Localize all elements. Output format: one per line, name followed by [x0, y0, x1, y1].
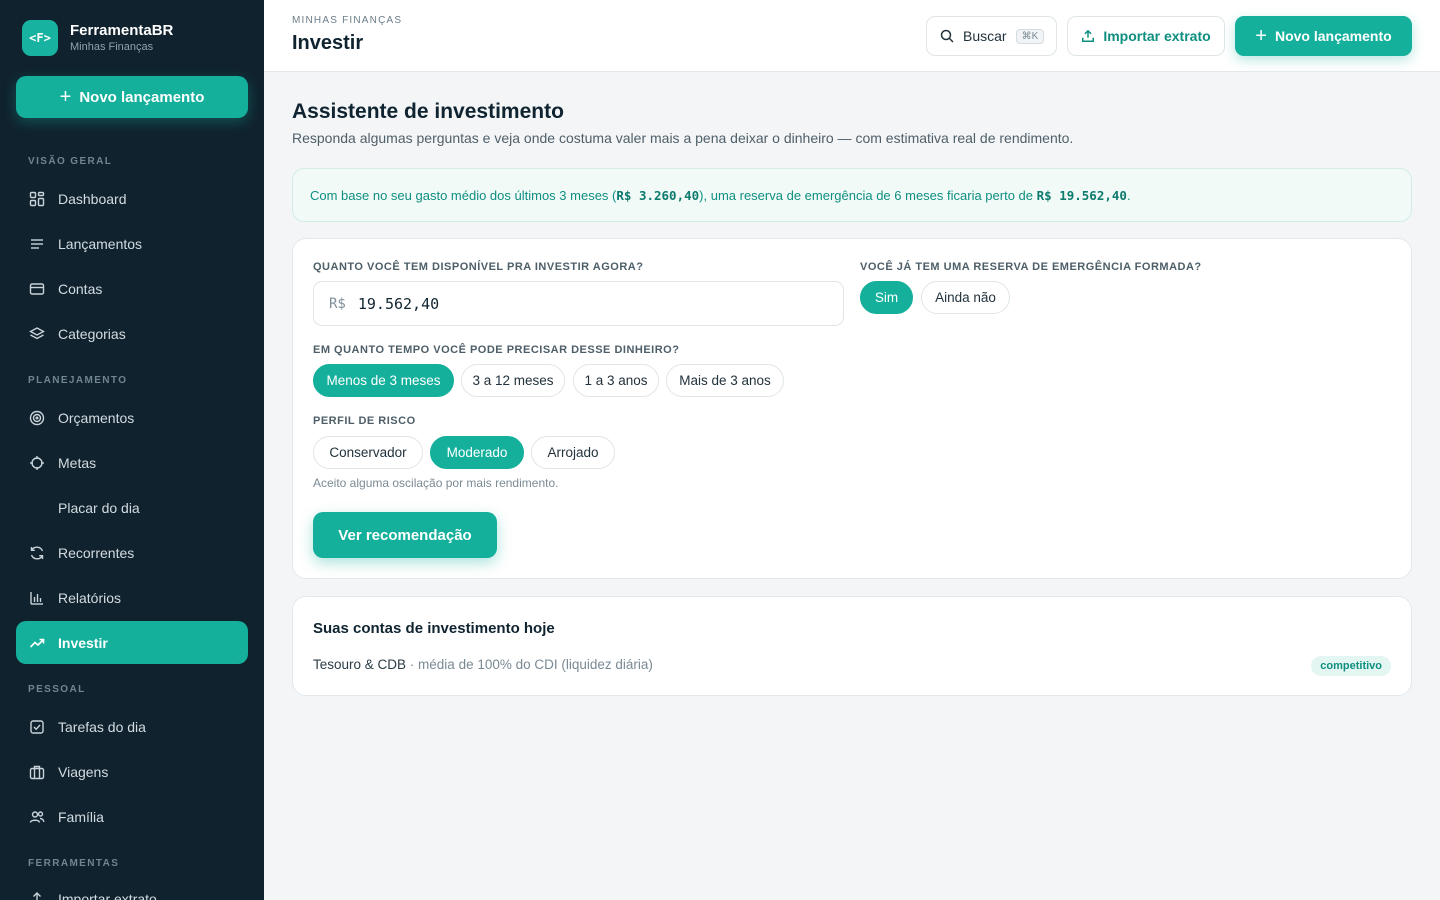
currency-prefix: R$ — [329, 295, 346, 312]
search-icon — [940, 29, 954, 43]
import-label: Importar extrato — [1103, 28, 1211, 44]
reserve-option-yes[interactable]: Sim — [860, 281, 913, 314]
checkbox-icon — [28, 718, 46, 736]
reserve-value: R$ 19.562,40 — [1036, 187, 1127, 203]
accounts-title: Suas contas de investimento hoje — [313, 620, 555, 637]
page-title: Investir — [292, 32, 364, 54]
top-bar: MINHAS FINANÇAS Investir Buscar ⌘K Impor… — [264, 0, 1440, 72]
sidebar-item-label: Família — [58, 808, 104, 825]
section-label-overview: VISÃO GERAL — [28, 156, 113, 167]
plus-icon: + — [59, 86, 72, 108]
sidebar-item-dashboard[interactable]: Dashboard — [16, 177, 248, 220]
risk-option-conservative[interactable]: Conservador — [313, 436, 423, 469]
sidebar-item-label: Importar extrato — [58, 890, 157, 900]
reserve-option-not-yet[interactable]: Ainda não — [921, 281, 1010, 314]
sidebar-item-categorias[interactable]: Categorias — [16, 312, 248, 355]
crosshair-icon — [28, 454, 46, 472]
section-label-planning: PLANEJAMENTO — [28, 375, 128, 386]
breadcrumb: MINHAS FINANÇAS — [292, 15, 403, 26]
sidebar-item-label: Contas — [58, 280, 103, 297]
plus-icon: + — [1255, 25, 1267, 47]
users-icon — [28, 808, 46, 826]
reserve-question: VOCÊ JÁ TEM UMA RESERVA DE EMERGÊNCIA FO… — [860, 261, 1202, 273]
risk-option-moderate[interactable]: Moderado — [430, 436, 524, 469]
brand-logo: <F> — [22, 20, 58, 56]
sidebar-item-label: Relatórios — [58, 589, 122, 606]
suitcase-icon — [28, 763, 46, 781]
account-detail: · média de 100% do CDI (liquidez diária) — [406, 657, 653, 672]
risk-hint: Aceito alguma oscilação por mais rendime… — [313, 476, 559, 490]
search-label: Buscar — [963, 28, 1007, 44]
section-label-tools: FERRAMENTAS — [28, 858, 120, 869]
card-icon — [28, 280, 46, 298]
amount-input[interactable] — [357, 294, 758, 313]
bar-chart-icon — [28, 589, 46, 607]
sidebar-item-label: Lançamentos — [58, 235, 143, 252]
sidebar-new-entry-button[interactable]: + Novo lançamento — [16, 76, 248, 118]
average-spend-value: R$ 3.260,40 — [616, 187, 700, 203]
amount-field[interactable]: R$ — [313, 281, 844, 326]
sidebar-item-label: Dashboard — [58, 190, 127, 207]
sidebar-item-label: Metas — [58, 454, 97, 471]
upload-icon — [1081, 29, 1095, 43]
sidebar-item-recorrentes[interactable]: Recorrentes — [16, 531, 248, 574]
emergency-reserve-info: Com base no seu gasto médio dos últimos … — [292, 168, 1412, 222]
horizon-question: EM QUANTO TEMPO VOCÊ PODE PRECISAR DESSE… — [313, 344, 680, 356]
investment-form-card: QUANTO VOCÊ TEM DISPONÍVEL PRA INVESTIR … — [292, 238, 1412, 579]
sidebar-item-label: Placar do dia — [58, 499, 140, 516]
account-row[interactable]: Tesouro & CDB · média de 100% do CDI (li… — [313, 657, 653, 672]
amount-question: QUANTO VOCÊ TEM DISPONÍVEL PRA INVESTIR … — [313, 261, 644, 273]
risk-option-bold[interactable]: Arrojado — [531, 436, 615, 469]
sidebar-item-label: Categorias — [58, 325, 126, 342]
assistant-title: Assistente de investimento — [292, 100, 564, 123]
sidebar-item-label: Recorrentes — [58, 544, 135, 561]
dashboard-grid-icon — [28, 190, 46, 208]
refresh-icon — [28, 544, 46, 562]
sidebar-item-placar-do-dia[interactable]: Placar do dia — [16, 486, 248, 529]
new-entry-button[interactable]: + Novo lançamento — [1235, 16, 1412, 56]
list-icon — [28, 235, 46, 253]
horizon-option-3-12-months[interactable]: 3 a 12 meses — [461, 364, 565, 397]
account-name: Tesouro & CDB — [313, 657, 407, 672]
sidebar-item-contas[interactable]: Contas — [16, 267, 248, 310]
search-button[interactable]: Buscar ⌘K — [926, 16, 1057, 56]
import-statement-button[interactable]: Importar extrato — [1067, 16, 1225, 56]
sidebar-item-orcamentos[interactable]: Orçamentos — [16, 396, 248, 439]
upload-icon — [28, 890, 46, 900]
info-text: . — [1126, 187, 1131, 203]
new-entry-label: Novo lançamento — [1274, 28, 1392, 44]
layers-icon — [28, 325, 46, 343]
risk-question: PERFIL DE RISCO — [313, 415, 416, 427]
section-label-personal: PESSOAL — [28, 684, 86, 695]
sidebar-new-entry-label: Novo lançamento — [79, 88, 205, 106]
investment-accounts-card: Suas contas de investimento hoje Tesouro… — [292, 596, 1412, 696]
sidebar-item-label: Tarefas do dia — [58, 718, 146, 735]
search-shortcut: ⌘K — [1015, 28, 1045, 44]
see-recommendation-button[interactable]: Ver recomendação — [313, 512, 497, 558]
sidebar-item-metas[interactable]: Metas — [16, 441, 248, 484]
sidebar-item-lancamentos[interactable]: Lançamentos — [16, 222, 248, 265]
info-text: ), uma reserva de emergência de 6 meses … — [699, 187, 1037, 203]
sidebar-item-familia[interactable]: Família — [16, 795, 248, 838]
horizon-option-more-3-years[interactable]: Mais de 3 anos — [666, 364, 784, 397]
info-text: Com base no seu gasto médio dos últimos … — [310, 187, 617, 203]
brand[interactable]: <F> FerramentaBR Minhas Finanças — [22, 20, 173, 56]
sidebar-item-importar-extrato[interactable]: Importar extrato — [16, 877, 248, 900]
sidebar-item-tarefas-do-dia[interactable]: Tarefas do dia — [16, 705, 248, 748]
assistant-subtitle: Responda algumas perguntas e veja onde c… — [292, 130, 1074, 146]
horizon-option-1-3-years[interactable]: 1 a 3 anos — [573, 364, 659, 397]
trend-up-icon — [28, 634, 46, 652]
sidebar-item-viagens[interactable]: Viagens — [16, 750, 248, 793]
sidebar-item-label: Viagens — [58, 763, 109, 780]
brand-name: FerramentaBR — [70, 22, 174, 39]
sidebar-item-relatorios[interactable]: Relatórios — [16, 576, 248, 619]
brand-subtitle: Minhas Finanças — [70, 41, 154, 53]
sidebar-item-investir[interactable]: Investir — [16, 621, 248, 664]
horizon-option-less-3-months[interactable]: Menos de 3 meses — [313, 364, 454, 397]
sidebar-item-label: Investir — [58, 634, 108, 651]
sidebar-item-label: Orçamentos — [58, 409, 135, 426]
status-badge: competitivo — [1311, 656, 1391, 676]
sidebar: <F> FerramentaBR Minhas Finanças + Novo … — [0, 0, 264, 900]
target-icon — [28, 409, 46, 427]
